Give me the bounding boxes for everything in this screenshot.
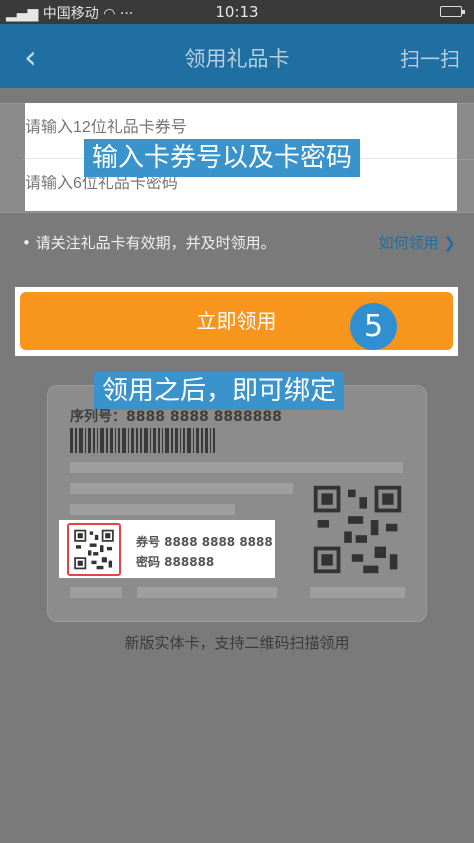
qr-spotlight: 券号 8888 8888 8888 密码 888888 — [59, 520, 275, 578]
placeholder-line — [70, 462, 403, 473]
status-bar: ▂▄▆ 中国移动 ◠ ··· 10:13 — [0, 0, 474, 24]
qr-code-icon — [310, 482, 405, 577]
placeholder-line — [310, 587, 405, 598]
validity-notice: • 请关注礼品卡有效期，并及时领用。 — [22, 234, 276, 252]
scan-button[interactable]: 扫一扫 — [400, 43, 460, 72]
barcode-image — [70, 428, 274, 453]
placeholder-line — [70, 504, 235, 515]
card-caption: 新版实体卡，支持二维码扫描领用 — [124, 634, 350, 652]
card-password-input[interactable] — [25, 175, 325, 193]
card-number-input[interactable] — [25, 119, 325, 137]
voucher-password-text: 密码 888888 — [136, 555, 215, 569]
tip-input-label: 输入卡券号以及卡密码 — [84, 139, 361, 177]
placeholder-line — [137, 587, 277, 598]
tip-after-label: 领用之后，即可绑定 — [94, 372, 345, 410]
how-to-use-link[interactable]: 如何领用 ❯ — [379, 232, 456, 253]
placeholder-line — [70, 483, 293, 494]
nav-bar: ‹ 领用礼品卡 扫一扫 — [0, 24, 474, 88]
battery-icon — [440, 6, 465, 17]
placeholder-line — [70, 587, 122, 598]
card-serial: 序列号：8888 8888 8888888 — [70, 409, 282, 425]
voucher-number-text: 券号 8888 8888 8888 — [136, 535, 273, 549]
qr-code-small-icon — [67, 523, 121, 576]
step-number-badge: 5 — [350, 303, 397, 350]
clock: 10:13 — [215, 3, 259, 21]
